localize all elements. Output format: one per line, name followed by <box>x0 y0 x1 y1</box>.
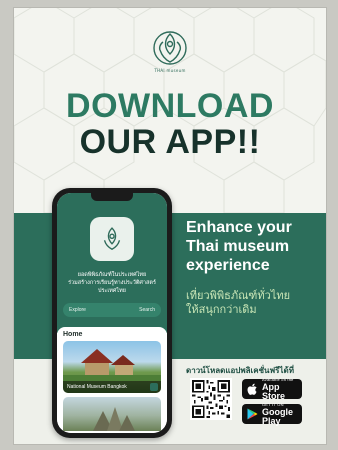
tagline: Enhance your Thai museum experience <box>186 218 326 275</box>
google-play-label: Google Play <box>262 406 293 426</box>
app-logo-icon <box>90 217 134 261</box>
museum-card-secondary[interactable] <box>63 397 161 431</box>
app-store-label: App Store <box>262 381 286 401</box>
app-store-small-text: Available on the <box>262 376 294 382</box>
app-description: ยอดพิพิธภัณฑ์ในประเทศไทย ร่วมสร้างการเรี… <box>63 271 161 295</box>
app-home-section: Home National Museum Bangkok <box>57 327 167 433</box>
phone-notch <box>91 193 133 201</box>
phone-screen: ยอดพิพิธภัณฑ์ในประเทศไทย ร่วมสร้างการเรี… <box>57 193 167 433</box>
museum-card[interactable]: National Museum Bangkok <box>63 341 161 393</box>
poster: THAI museum DOWNLOAD OUR APP!! Enhance y… <box>14 8 326 444</box>
app-nav-explore[interactable]: Explore <box>69 307 86 313</box>
app-nav-search[interactable]: Search <box>139 307 155 313</box>
app-description-line-1: ยอดพิพิธภัณฑ์ในประเทศไทย <box>77 272 147 278</box>
tagline-line-1: Enhance your <box>186 219 292 236</box>
thai-tagline-line-2: ให้สนุกกว่าเดิม <box>186 303 257 316</box>
app-description-line-3: ประเทศไทย <box>97 288 126 294</box>
favorite-icon[interactable] <box>150 383 158 391</box>
museum-emblem-icon <box>150 26 190 70</box>
apple-icon <box>246 382 258 396</box>
tagline-line-2: Thai museum <box>186 238 290 255</box>
headline-download: DOWNLOAD <box>66 87 274 125</box>
app-store-button[interactable]: Available on the App Store <box>242 376 302 401</box>
tagline-line-3: experience <box>186 257 270 274</box>
google-play-icon <box>246 407 258 421</box>
google-play-small-text: GET IT ON <box>262 401 284 407</box>
app-description-line-2: ร่วมสร้างการเรียนรู้ทางประวัติศาสตร์ <box>68 280 156 286</box>
thai-tagline: เที่ยวพิพิธภัณฑ์ทั่วไทย ให้สนุกกว่าเดิม <box>186 289 326 317</box>
home-label: Home <box>63 331 83 338</box>
headline-our-app: OUR APP!! <box>79 123 261 161</box>
museum-card-caption: National Museum Bangkok <box>63 381 161 393</box>
qr-code[interactable] <box>190 378 232 420</box>
thai-tagline-line-1: เที่ยวพิพิธภัณฑ์ทั่วไทย <box>186 289 291 302</box>
download-label: ดาวน์โหลดแอปพลิเคชั่นฟรีได้ที่ <box>186 366 294 375</box>
phone-mockup: ยอดพิพิธภัณฑ์ในประเทศไทย ร่วมสร้างการเรี… <box>52 188 172 438</box>
logo-caption: THAI museum <box>154 68 186 73</box>
app-nav-bar[interactable]: Explore Search <box>63 303 161 317</box>
google-play-button[interactable]: GET IT ON Google Play <box>242 401 302 426</box>
